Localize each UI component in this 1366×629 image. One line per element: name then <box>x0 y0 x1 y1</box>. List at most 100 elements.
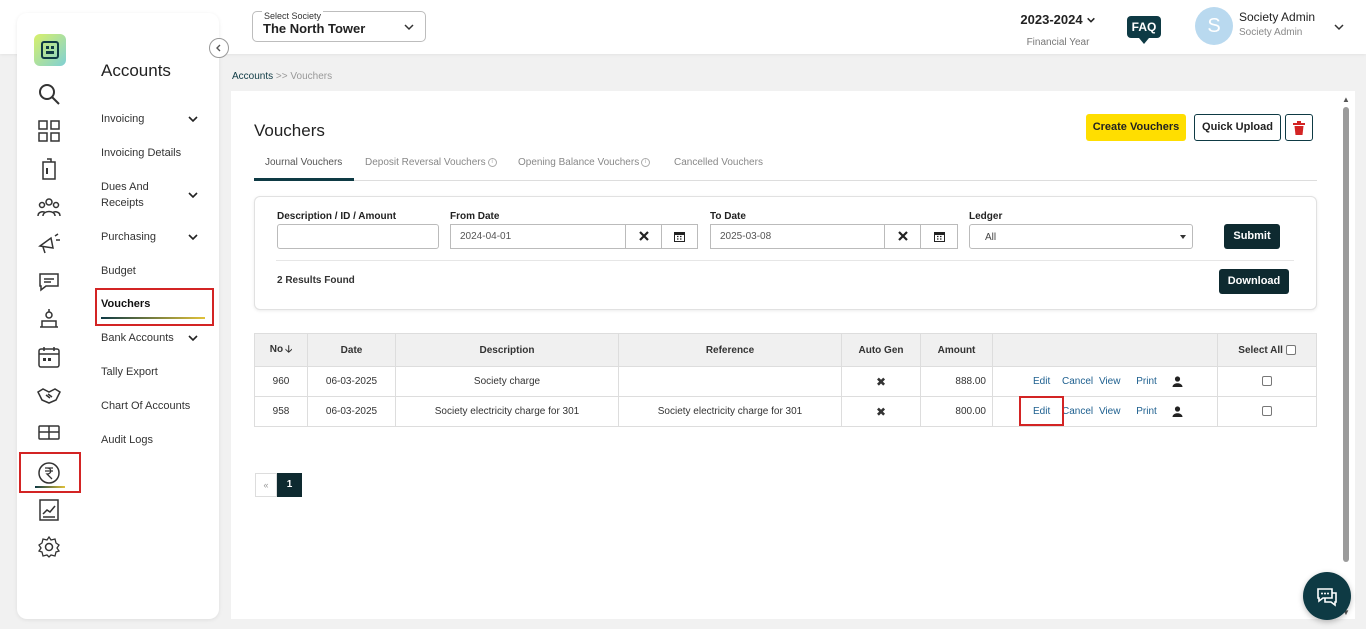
chat-icon[interactable] <box>37 270 61 294</box>
sidebar-item-purchasing[interactable]: Purchasing <box>101 229 156 245</box>
members-icon[interactable] <box>37 195 61 219</box>
close-icon <box>897 231 908 241</box>
cancel-link[interactable]: Cancel <box>1062 376 1093 387</box>
calendar-icon <box>933 232 945 242</box>
column-header-select-all[interactable]: Select All <box>1217 333 1317 367</box>
calendar-icon <box>674 232 685 242</box>
service-icon[interactable] <box>37 307 61 331</box>
submit-button[interactable]: Submit <box>1224 224 1280 249</box>
sidebar-item-budget[interactable]: Budget <box>101 263 136 279</box>
cell-date: 06-03-2025 <box>307 366 396 397</box>
building-icon[interactable] <box>37 157 61 181</box>
clear-from-date-button[interactable] <box>626 224 662 249</box>
sidebar-item-invoicing-details[interactable]: Invoicing Details <box>101 145 181 161</box>
column-header-reference: Reference <box>618 333 842 367</box>
cell-auto-gen: ✖ <box>841 396 921 427</box>
close-icon <box>638 231 649 241</box>
row-checkbox[interactable] <box>1262 406 1272 417</box>
vouchers-table: No 🡣 Date Description Reference Auto Gen … <box>254 333 1317 427</box>
announcement-icon[interactable] <box>37 232 61 256</box>
chevron-down-icon[interactable] <box>187 231 199 243</box>
sidebar-item-bank-accounts[interactable]: Bank Accounts <box>101 330 174 346</box>
row-checkbox[interactable] <box>1262 376 1272 387</box>
scroll-up-icon[interactable]: ▲ <box>1342 95 1350 104</box>
search-icon[interactable] <box>37 82 61 106</box>
app-logo[interactable] <box>34 34 66 66</box>
clear-to-date-button[interactable] <box>885 224 921 249</box>
cell-select <box>1217 366 1317 397</box>
chevron-down-icon[interactable] <box>187 332 199 344</box>
assets-icon[interactable] <box>37 420 61 444</box>
sidebar-item-chart-of-accounts[interactable]: Chart Of Accounts <box>101 398 190 414</box>
sidebar-collapse-button[interactable] <box>209 38 229 58</box>
user-name: Society Admin <box>1239 10 1316 24</box>
calendar-icon[interactable] <box>37 345 61 369</box>
settings-icon[interactable] <box>37 535 61 559</box>
voucher-tabs: Journal Vouchers Deposit Reversal Vouche… <box>254 153 1317 181</box>
download-button[interactable]: Download <box>1219 269 1289 294</box>
tab-cancelled-vouchers[interactable]: Cancelled Vouchers <box>674 157 763 168</box>
chevron-down-icon[interactable] <box>187 189 199 201</box>
trash-icon <box>1293 121 1305 135</box>
user-icon[interactable] <box>1172 376 1183 387</box>
reports-icon[interactable] <box>37 498 61 522</box>
quick-upload-button[interactable]: Quick Upload <box>1194 114 1281 141</box>
from-date-calendar-button[interactable] <box>662 224 698 249</box>
cell-auto-gen: ✖ <box>841 366 921 397</box>
table-header-row: No 🡣 Date Description Reference Auto Gen … <box>254 333 1317 367</box>
chat-support-button[interactable] <box>1303 572 1351 620</box>
ledger-select[interactable]: All <box>969 224 1193 249</box>
sort-arrow-icon[interactable]: 🡣 <box>285 344 292 355</box>
view-link[interactable]: View <box>1099 376 1121 387</box>
view-link[interactable]: View <box>1099 406 1121 417</box>
info-icon[interactable]: i <box>641 157 651 167</box>
cross-icon: ✖ <box>875 404 887 419</box>
chat-icon <box>1317 588 1337 607</box>
scrollbar-thumb[interactable] <box>1343 107 1349 562</box>
chevron-down-icon[interactable] <box>187 113 199 125</box>
cancel-link[interactable]: Cancel <box>1062 406 1093 417</box>
create-vouchers-button[interactable]: Create Vouchers <box>1086 114 1186 141</box>
sidebar-item-tally-export[interactable]: Tally Export <box>101 364 158 380</box>
column-header-auto-gen: Auto Gen <box>841 333 921 367</box>
sidebar-item-audit-logs[interactable]: Audit Logs <box>101 432 153 448</box>
scrollbar[interactable]: ▲ ▼ <box>1341 95 1351 617</box>
to-date-input[interactable]: 2025-03-08 <box>710 224 885 249</box>
tab-journal-vouchers[interactable]: Journal Vouchers <box>265 157 342 168</box>
print-link[interactable]: Print <box>1136 406 1157 417</box>
tab-deposit-reversal-vouchers[interactable]: Deposit Reversal Vouchers i <box>365 157 497 168</box>
financial-year-selector[interactable]: 2023-2024 Financial Year <box>1010 12 1106 48</box>
user-icon[interactable] <box>1172 406 1183 417</box>
info-icon[interactable]: i <box>487 157 497 167</box>
chevron-left-icon <box>216 44 221 52</box>
to-date-calendar-button[interactable] <box>921 224 958 249</box>
avatar[interactable]: S <box>1195 7 1233 45</box>
column-header-no[interactable]: No 🡣 <box>254 333 308 367</box>
active-rail-indicator <box>35 486 65 488</box>
dashboard-icon[interactable] <box>37 119 61 143</box>
chevron-down-icon <box>404 24 414 31</box>
cell-select <box>1217 396 1317 427</box>
edit-highlight <box>1019 396 1064 426</box>
faq-button[interactable]: FAQ <box>1127 16 1161 44</box>
description-filter-input[interactable] <box>277 224 439 249</box>
pagination-prev-button[interactable]: « <box>255 473 277 497</box>
from-date-label: From Date <box>450 211 500 222</box>
tab-opening-balance-vouchers[interactable]: Opening Balance Vouchers i <box>518 157 651 168</box>
from-date-input[interactable]: 2024-04-01 <box>450 224 626 249</box>
edit-link[interactable]: Edit <box>1033 376 1050 387</box>
society-select[interactable]: Select Society The North Tower <box>252 11 426 42</box>
breadcrumb: Accounts >> Vouchers <box>232 71 332 82</box>
handshake-icon[interactable] <box>37 383 61 407</box>
print-link[interactable]: Print <box>1136 376 1157 387</box>
cell-no: 960 <box>254 366 308 397</box>
chevron-down-icon[interactable] <box>1333 21 1345 33</box>
breadcrumb-root[interactable]: Accounts <box>232 71 273 82</box>
sidebar-item-invoicing[interactable]: Invoicing <box>101 111 144 127</box>
delete-button[interactable] <box>1285 114 1313 141</box>
pagination-page-1[interactable]: 1 <box>277 473 302 497</box>
sidebar-item-dues-and-receipts[interactable]: Dues And Receipts <box>101 179 167 211</box>
sidebar-title: Accounts <box>101 61 171 80</box>
cell-description: Society charge <box>395 366 619 397</box>
select-all-checkbox[interactable] <box>1285 344 1296 355</box>
